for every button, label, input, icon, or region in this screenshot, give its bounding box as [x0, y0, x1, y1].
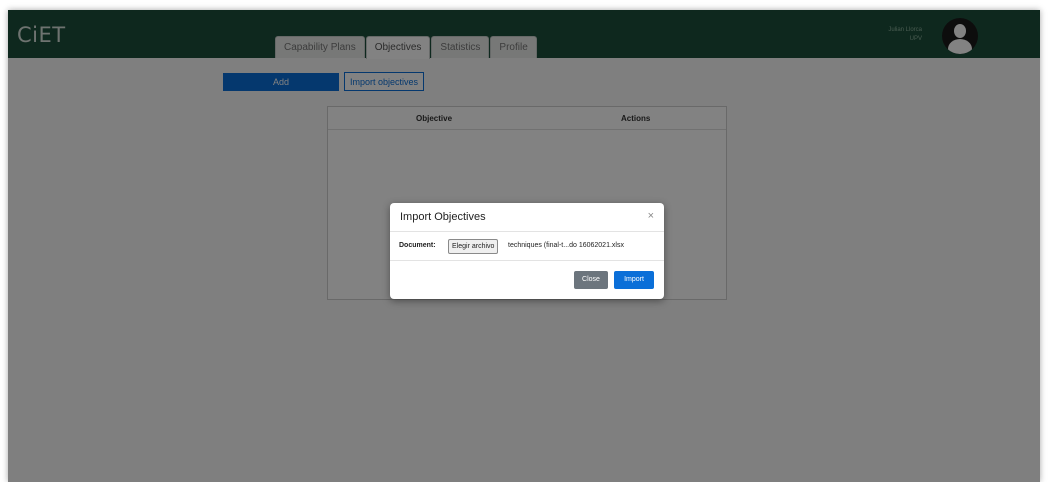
modal-title: Import Objectives — [400, 211, 486, 223]
close-icon[interactable]: × — [648, 210, 654, 222]
app-window: CiET Capability Plans Objectives Statist… — [8, 10, 1040, 482]
selected-file-name: techniques (final-t...do 16062021.xlsx — [508, 242, 624, 249]
import-objectives-modal: Import Objectives × Document: Elegir arc… — [390, 203, 664, 299]
document-label: Document: — [399, 242, 436, 249]
modal-body: Document: Elegir archivo techniques (fin… — [390, 232, 664, 261]
close-button[interactable]: Close — [574, 271, 608, 289]
modal-header: Import Objectives × — [390, 203, 664, 232]
import-button[interactable]: Import — [614, 271, 654, 289]
modal-footer: Close Import — [390, 261, 664, 300]
choose-file-button[interactable]: Elegir archivo — [448, 239, 499, 254]
